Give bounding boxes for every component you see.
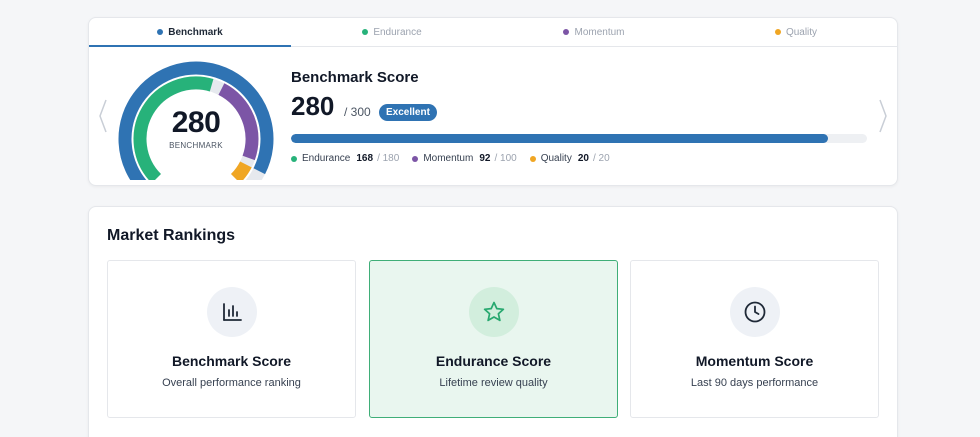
tab-label: Momentum (574, 26, 625, 38)
tab-endurance[interactable]: Endurance (291, 18, 493, 46)
breakdown-max: / 180 (377, 153, 400, 164)
benchmark-gauge: 280 BENCHMARK (117, 60, 275, 180)
rank-card-description: Overall performance ranking (162, 377, 301, 389)
momentum-score-card[interactable]: Momentum Score Last 90 days performance (630, 260, 879, 418)
star-icon (469, 287, 519, 337)
breakdown-endurance: Endurance 168 / 180 (291, 153, 399, 164)
breakdown-value: 92 (479, 153, 491, 164)
breakdown-value: 168 (356, 153, 374, 164)
breakdown-label: Momentum (423, 153, 474, 164)
market-rankings-card: Market Rankings Benchmark Score Overall … (88, 206, 898, 437)
breakdown-label: Quality (540, 153, 572, 164)
section-title: Market Rankings (107, 227, 236, 244)
breakdown-quality: Quality 20 / 20 (529, 153, 610, 164)
score-progress-bar (291, 134, 867, 143)
score-max: / 300 (344, 105, 371, 119)
legend-dot (412, 155, 419, 162)
score-title: Benchmark Score (291, 69, 419, 86)
gauge-segment-quality (230, 161, 252, 180)
rank-card-description: Lifetime review quality (439, 377, 548, 389)
score-breakdown: Endurance 168 / 180 Momentum 92 / 100 Qu… (291, 153, 623, 164)
score-tabs: Benchmark Endurance Momentum Quality (89, 18, 897, 47)
rank-card-title: Benchmark Score (171, 353, 292, 369)
score-card: Benchmark Endurance Momentum Quality 280… (88, 17, 898, 186)
tab-label: Benchmark (168, 26, 223, 38)
previous-arrow-icon[interactable] (97, 98, 109, 134)
legend-dot (529, 155, 536, 162)
benchmark-score-card[interactable]: Benchmark Score Overall performance rank… (107, 260, 356, 418)
breakdown-label: Endurance (302, 153, 351, 164)
endurance-score-card[interactable]: Endurance Score Lifetime review quality (369, 260, 618, 418)
tab-dot (362, 29, 369, 35)
breakdown-value: 20 (577, 153, 589, 164)
gauge-value: 280 (171, 106, 221, 139)
tab-benchmark[interactable]: Benchmark (89, 18, 291, 47)
tab-label: Endurance (373, 26, 422, 38)
tab-dot (563, 29, 570, 35)
clock-icon (730, 287, 780, 337)
status-badge: Excellent (379, 104, 437, 121)
tab-dot (157, 29, 164, 35)
next-arrow-icon[interactable] (877, 98, 889, 134)
rank-card-title: Momentum Score (695, 353, 814, 369)
tab-quality[interactable]: Quality (695, 18, 897, 46)
breakdown-max: / 100 (494, 153, 517, 164)
bar-chart-icon (207, 287, 257, 337)
score-value: 280 (291, 91, 335, 121)
rank-card-title: Endurance Score (435, 353, 552, 369)
legend-dot (291, 155, 297, 162)
tab-dot (774, 29, 781, 35)
rank-card-description: Last 90 days performance (690, 377, 819, 389)
gauge-label: BENCHMARK (169, 141, 223, 150)
breakdown-momentum: Momentum 92 / 100 (412, 153, 517, 164)
score-progress-fill (291, 134, 829, 143)
tab-momentum[interactable]: Momentum (493, 18, 695, 46)
breakdown-max: / 20 (592, 153, 610, 164)
tab-label: Quality (785, 26, 818, 38)
